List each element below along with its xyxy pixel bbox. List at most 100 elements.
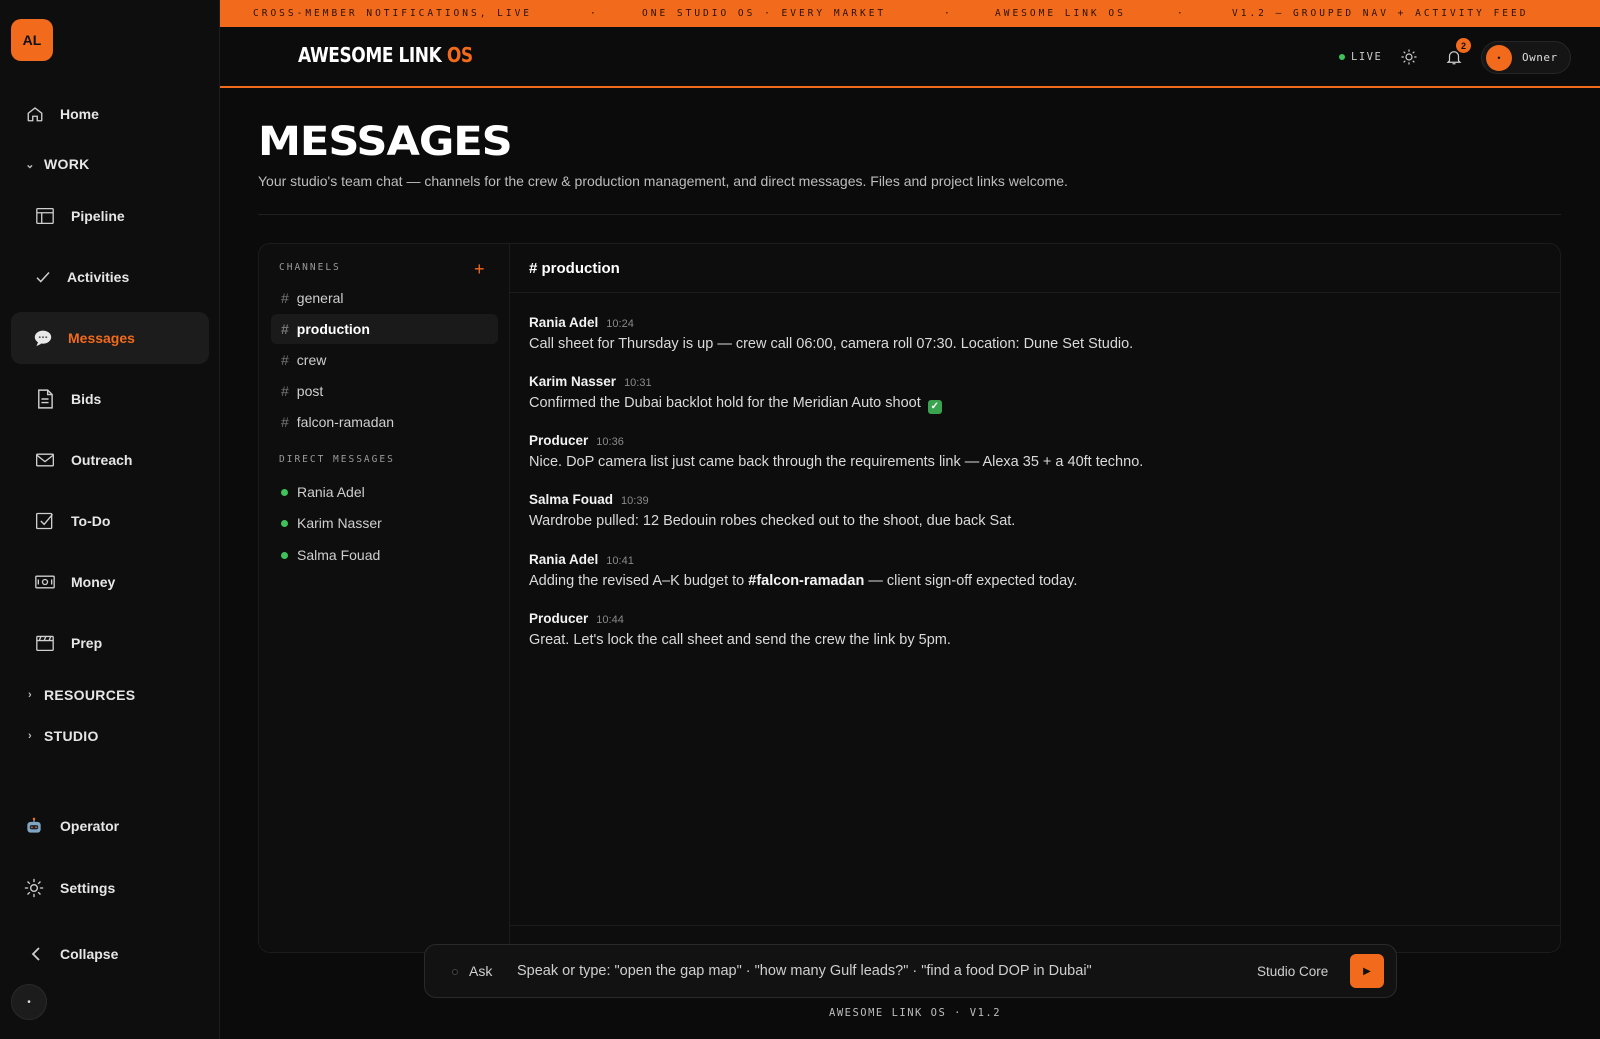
channel-production[interactable]: # production bbox=[271, 314, 498, 344]
message: Salma Fouad 10:39 Wardrobe pulled: 12 Bed… bbox=[529, 492, 1015, 529]
table-icon bbox=[35, 206, 55, 226]
message: Rania Adel 10:24 Call sheet for Thursday … bbox=[529, 315, 1133, 352]
collapse-button[interactable]: Collapse bbox=[11, 928, 209, 980]
message: Producer 10:44 Great. Let's lock the call… bbox=[529, 611, 951, 648]
ticker-separator: · bbox=[590, 8, 599, 19]
sidebar-item-activities[interactable]: Activities bbox=[11, 251, 209, 303]
speech-bubble-icon bbox=[33, 328, 53, 348]
send-button[interactable]: ▶ bbox=[1350, 954, 1384, 988]
online-status-icon bbox=[281, 519, 288, 527]
sidebar-item-label: Activities bbox=[67, 269, 130, 285]
robot-icon bbox=[24, 816, 44, 836]
sidebar-item-outreach[interactable]: Outreach bbox=[11, 434, 209, 486]
nav-group-label: WORK bbox=[44, 156, 90, 172]
checkbox-icon bbox=[35, 511, 55, 531]
owner-label: Owner bbox=[1522, 51, 1558, 64]
chevron-left-icon bbox=[26, 944, 46, 964]
sidebar-item-prep[interactable]: Prep bbox=[11, 617, 209, 669]
message-time: 10:36 bbox=[596, 436, 624, 448]
message-author[interactable]: Producer bbox=[529, 611, 588, 626]
sidebar-item-label: To-Do bbox=[71, 513, 111, 529]
check-icon bbox=[33, 267, 53, 287]
channel-falcon-ramadan[interactable]: # falcon-ramadan bbox=[271, 407, 498, 437]
owner-menu-button[interactable]: • Owner bbox=[1481, 41, 1571, 74]
message-author[interactable]: Salma Fouad bbox=[529, 492, 613, 507]
dm-salma-fouad[interactable]: Salma Fouad bbox=[281, 547, 380, 563]
command-input[interactable]: Speak or type: "open the gap map" · "how… bbox=[517, 963, 1092, 979]
live-indicator: LIVE bbox=[1339, 51, 1382, 63]
message-author[interactable]: Rania Adel bbox=[529, 552, 598, 567]
nav-group-work[interactable]: ⌄ WORK bbox=[24, 156, 90, 172]
channel-post[interactable]: # post bbox=[271, 376, 498, 406]
nav-group-label: RESOURCES bbox=[44, 687, 136, 703]
message-author[interactable]: Rania Adel bbox=[529, 315, 598, 330]
check-mark-emoji-icon: ✓ bbox=[927, 399, 942, 414]
sidebar: AL Home ⌄ WORK Pipeline Activities Messa… bbox=[0, 0, 220, 1039]
nav-group-resources[interactable]: › RESOURCES bbox=[24, 687, 135, 703]
page-title: MESSAGES bbox=[258, 119, 513, 165]
footer-version: AWESOME LINK OS · V1.2 bbox=[829, 1007, 1002, 1019]
message-author[interactable]: Producer bbox=[529, 433, 588, 448]
dm-karim-nasser[interactable]: Karim Nasser bbox=[281, 515, 382, 531]
command-bar[interactable]: Ask Speak or type: "open the gap map" · … bbox=[424, 944, 1397, 998]
channel-mention-link[interactable]: #falcon-ramadan bbox=[748, 573, 864, 589]
message-time: 10:44 bbox=[596, 614, 624, 626]
chat-panel: CHANNELS + # general # production # crew # p… bbox=[258, 243, 1561, 953]
sidebar-item-messages[interactable]: Messages bbox=[11, 312, 209, 364]
collapse-label: Collapse bbox=[60, 946, 119, 962]
online-status-icon bbox=[281, 488, 288, 496]
owner-avatar: • bbox=[1486, 44, 1512, 71]
channel-crew[interactable]: # crew bbox=[271, 345, 498, 375]
message-author[interactable]: Karim Nasser bbox=[529, 374, 616, 389]
mic-status-icon bbox=[452, 969, 458, 975]
ticker-item: CROSS-MEMBER NOTIFICATIONS, LIVE bbox=[253, 8, 533, 19]
channel-general[interactable]: # general bbox=[271, 283, 498, 313]
live-label: LIVE bbox=[1351, 51, 1383, 63]
message-text: Wardrobe pulled: 12 Bedouin robes checke… bbox=[529, 513, 1016, 529]
chat-channel-title: # production bbox=[510, 244, 1560, 293]
nav-group-studio[interactable]: › STUDIO bbox=[24, 728, 99, 744]
message-text: Great. Let's lock the call sheet and sen… bbox=[529, 632, 951, 648]
message-time: 10:31 bbox=[624, 377, 652, 389]
ticker-separator: · bbox=[1177, 8, 1186, 19]
top-header: AWESOME LINK OS LIVE 2 • Owner bbox=[220, 27, 1600, 88]
composer-divider bbox=[510, 925, 1560, 926]
sidebar-item-home[interactable]: Home bbox=[11, 88, 209, 140]
direct-messages-heading: DIRECT MESSAGES bbox=[279, 454, 395, 465]
divider bbox=[258, 214, 1561, 215]
message-time: 10:41 bbox=[606, 555, 634, 567]
user-avatar[interactable]: • bbox=[11, 984, 47, 1020]
message-text: Nice. DoP camera list just came back thr… bbox=[529, 454, 1144, 470]
dm-rania-adel[interactable]: Rania Adel bbox=[281, 484, 365, 500]
live-dot-icon bbox=[1339, 54, 1345, 60]
model-selector[interactable]: Studio Core bbox=[1257, 964, 1328, 979]
message-time: 10:39 bbox=[621, 495, 649, 507]
sidebar-item-operator[interactable]: Operator bbox=[11, 800, 209, 852]
page-subtitle: Your studio's team chat — channels for t… bbox=[258, 173, 1068, 189]
sidebar-item-money[interactable]: Money bbox=[11, 556, 209, 608]
sidebar-item-label: Home bbox=[60, 106, 99, 122]
channel-list: CHANNELS + # general # production # crew # p… bbox=[259, 244, 510, 952]
message-text: Call sheet for Thursday is up — crew cal… bbox=[529, 336, 1134, 352]
ticker-bar: CROSS-MEMBER NOTIFICATIONS, LIVE · ONE S… bbox=[220, 0, 1600, 27]
brand-wordmark[interactable]: AWESOME LINK OS bbox=[298, 43, 473, 67]
add-channel-button[interactable]: + bbox=[474, 259, 485, 280]
theme-toggle-icon[interactable] bbox=[1398, 46, 1420, 68]
sidebar-item-todo[interactable]: To-Do bbox=[11, 495, 209, 547]
gear-icon bbox=[24, 878, 44, 898]
message-time: 10:24 bbox=[606, 318, 634, 330]
sidebar-item-bids[interactable]: Bids bbox=[11, 373, 209, 425]
sidebar-item-label: Prep bbox=[71, 635, 103, 651]
message: Rania Adel 10:41 Adding the revised A–K b… bbox=[529, 552, 1077, 589]
message: Producer 10:36 Nice. DoP camera list just… bbox=[529, 433, 1143, 470]
chevron-right-icon: › bbox=[28, 730, 32, 742]
logo-badge[interactable]: AL bbox=[11, 19, 53, 61]
sidebar-item-pipeline[interactable]: Pipeline bbox=[11, 190, 209, 242]
online-status-icon bbox=[281, 551, 288, 559]
sidebar-item-label: Messages bbox=[68, 330, 135, 346]
ask-label[interactable]: Ask bbox=[469, 963, 492, 979]
sidebar-item-settings[interactable]: Settings bbox=[11, 862, 209, 914]
sidebar-item-label: Operator bbox=[60, 818, 120, 834]
channels-heading: CHANNELS bbox=[279, 262, 341, 273]
sidebar-item-label: Settings bbox=[60, 880, 116, 896]
